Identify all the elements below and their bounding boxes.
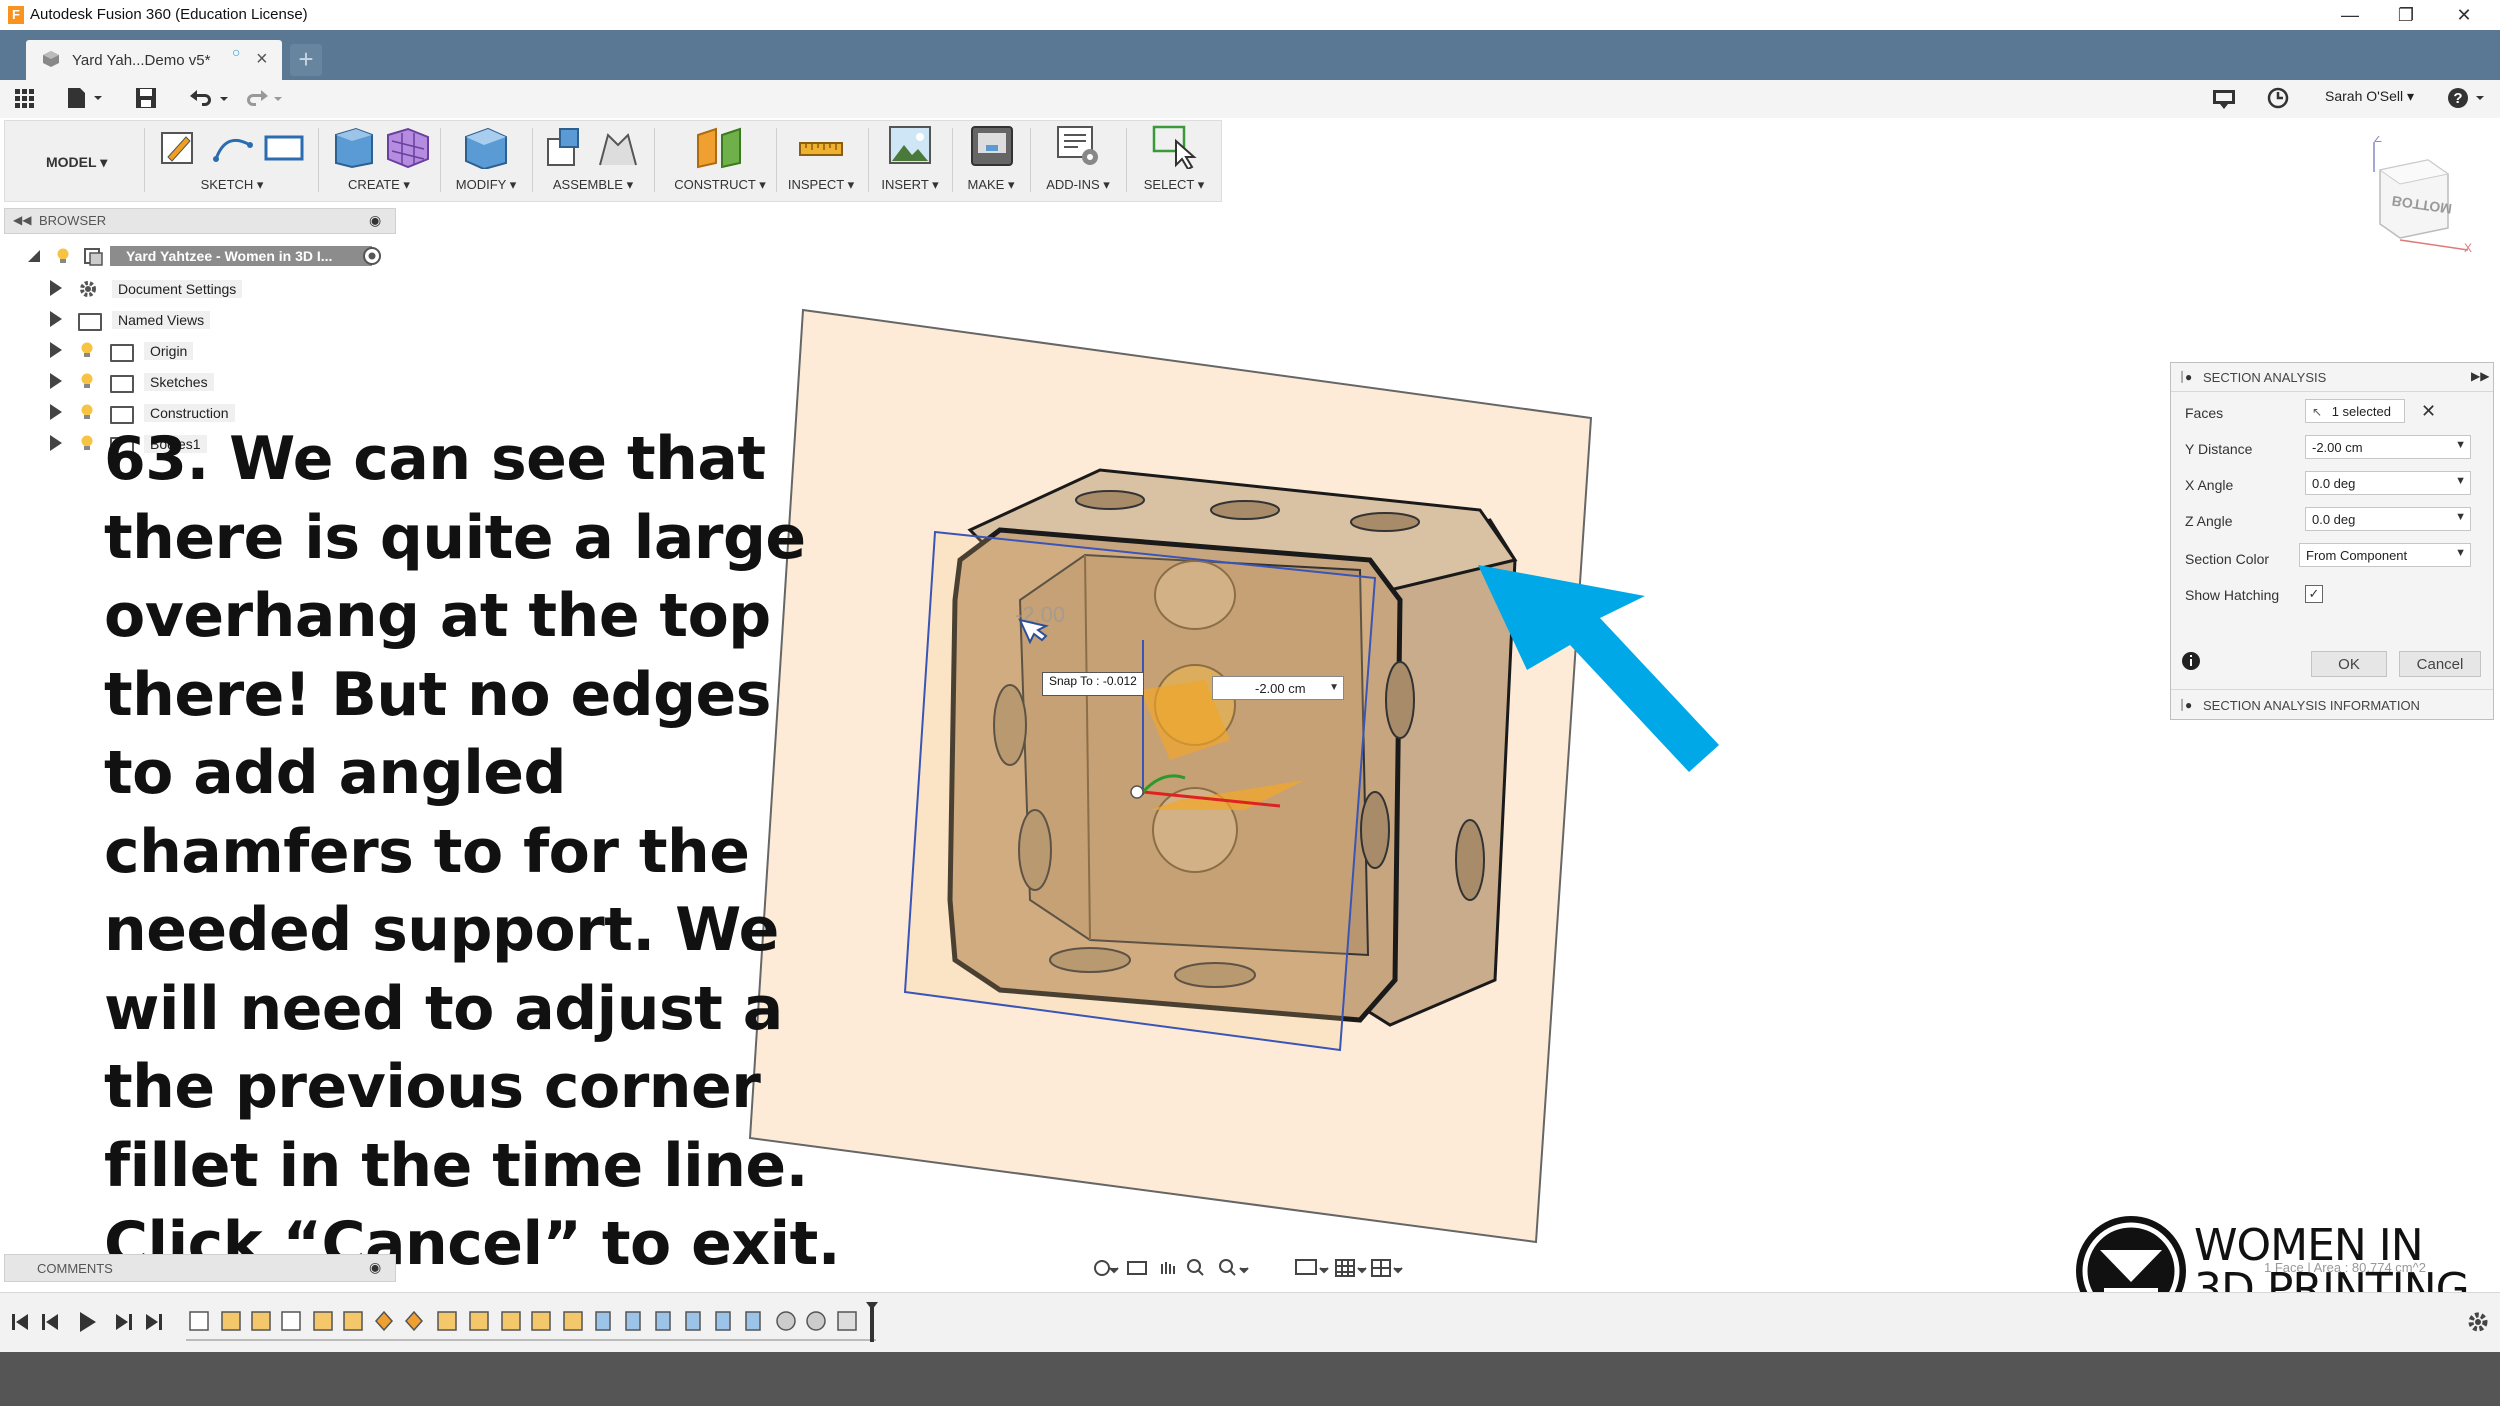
navigation-bar[interactable] [1090, 1254, 1410, 1282]
x-angle-field[interactable]: 0.0 deg ▼ [2305, 471, 2471, 495]
distance-input[interactable]: -2.00 cm [1255, 681, 1306, 696]
show-hatching-label: Show Hatching [2185, 587, 2280, 603]
timeline-feature-icon [837, 1311, 857, 1331]
side-hole [1360, 791, 1390, 869]
timeline-features[interactable] [186, 1300, 886, 1346]
snap-tooltip: Snap To : -0.012 [1042, 672, 1144, 696]
playback-controls[interactable] [10, 1308, 170, 1336]
timeline-feature-icon [685, 1311, 701, 1331]
cancel-button[interactable]: Cancel [2399, 651, 2481, 677]
section-info-row[interactable]: ❘ ● SECTION ANALYSIS INFORMATION [2171, 689, 2493, 720]
distance-input-box[interactable]: -2.00 cm ▼ [1212, 676, 1344, 700]
timeline-feature-icon [281, 1311, 301, 1331]
play-icon [80, 1312, 96, 1332]
timeline-feature-icon [404, 1310, 424, 1332]
y-distance-field[interactable]: -2.00 cm ▼ [2305, 435, 2471, 459]
timeline-feature-icon [715, 1311, 731, 1331]
faces-label: Faces [2185, 405, 2224, 421]
pan-hand-icon [1161, 1262, 1175, 1274]
timeline-feature-icon [343, 1311, 363, 1331]
comments-title: COMMENTS [37, 1261, 113, 1276]
timeline-feature-icon [776, 1311, 796, 1331]
clear-selection-icon[interactable]: ✕ [2421, 401, 2436, 422]
expand-dialog-icon[interactable]: ▶▶ [2471, 369, 2489, 383]
go-to-end-icon [146, 1314, 158, 1330]
timeline-feature-icon [313, 1311, 333, 1331]
go-to-start-icon [12, 1314, 15, 1330]
timeline-feature-icon [806, 1311, 826, 1331]
add-comment-icon[interactable]: ◉ [369, 1259, 381, 1276]
dialog-header[interactable]: ❘ ● SECTION ANALYSIS ▶▶ [2171, 363, 2493, 392]
show-hatching-checkbox[interactable]: ✓ [2305, 585, 2323, 603]
top-hole [1210, 500, 1280, 520]
y-distance-label: Y Distance [2185, 441, 2253, 457]
z-angle-field[interactable]: 0.0 deg ▼ [2305, 507, 2471, 531]
timeline-feature-icon [563, 1311, 583, 1331]
dropdown-arrow-icon[interactable]: ▼ [2455, 439, 2466, 451]
timeline-settings-gear-icon[interactable] [2466, 1310, 2490, 1334]
look-at-icon [1127, 1261, 1147, 1275]
timeline-feature-icon [437, 1311, 457, 1331]
timeline-feature-icon [655, 1311, 671, 1331]
top-hole [1350, 512, 1420, 532]
x-axis-label: X [2464, 241, 2472, 255]
faces-selection-button[interactable]: ↖ 1 selected [2305, 399, 2405, 423]
z-axis-label: Z [2374, 136, 2382, 145]
dropdown-arrow-icon[interactable]: ▼ [2455, 511, 2466, 523]
dialog-title: SECTION ANALYSIS [2203, 370, 2327, 385]
timeline-feature-icon [501, 1311, 521, 1331]
display-settings-icon [1295, 1259, 1317, 1275]
view-cube[interactable]: Z X BOTTOM [2360, 136, 2480, 256]
collapse-dialog-icon[interactable]: ● [2185, 370, 2192, 384]
distance-dropdown-icon[interactable]: ▼ [1329, 682, 1339, 693]
section-color-select[interactable]: From Component ▼ [2299, 543, 2471, 567]
timeline-feature-icon [221, 1311, 241, 1331]
timeline-feature-icon [251, 1311, 271, 1331]
timeline-feature-icon [374, 1310, 394, 1332]
step-back-icon [46, 1314, 58, 1330]
grid-settings-icon [1335, 1259, 1355, 1277]
dropdown-arrow-icon[interactable]: ▼ [2455, 475, 2466, 487]
timeline-feature-icon [625, 1311, 641, 1331]
timeline-feature-icon [745, 1311, 761, 1331]
manipulator-origin[interactable] [1130, 785, 1144, 799]
tutorial-instruction-text: 63. We can see that there is quite a lar… [104, 424, 841, 1279]
timeline-feature-icon [469, 1311, 489, 1331]
info-icon[interactable] [2181, 651, 2201, 671]
section-info-label: SECTION ANALYSIS INFORMATION [2203, 698, 2420, 713]
info-expand-icon[interactable]: ● [2185, 698, 2192, 712]
timeline-feature-icon [531, 1311, 551, 1331]
timeline-feature-icon [595, 1311, 611, 1331]
section-color-label: Section Color [2185, 551, 2270, 567]
section-analysis-dialog: ❘ ● SECTION ANALYSIS ▶▶ Faces ↖ 1 select… [2170, 362, 2494, 720]
z-angle-label: Z Angle [2185, 513, 2233, 529]
top-hole [1075, 490, 1145, 510]
selection-status-readout: 1 Face | Area : 80.774 cm^2 [2264, 1260, 2426, 1275]
x-angle-label: X Angle [2185, 477, 2234, 493]
comments-panel-header[interactable]: COMMENTS ◉ [4, 1254, 396, 1282]
step-forward-icon [116, 1314, 128, 1330]
side-hole [1385, 661, 1415, 739]
dropdown-arrow-icon[interactable]: ▼ [2455, 547, 2466, 559]
timeline-feature-icon [189, 1311, 209, 1331]
bottom-status-strip [0, 1352, 2500, 1406]
orbit-icon [1094, 1260, 1110, 1276]
ok-button[interactable]: OK [2311, 651, 2387, 677]
select-cursor-small-icon: ↖ [2312, 405, 2323, 419]
side-hole [1455, 819, 1485, 901]
